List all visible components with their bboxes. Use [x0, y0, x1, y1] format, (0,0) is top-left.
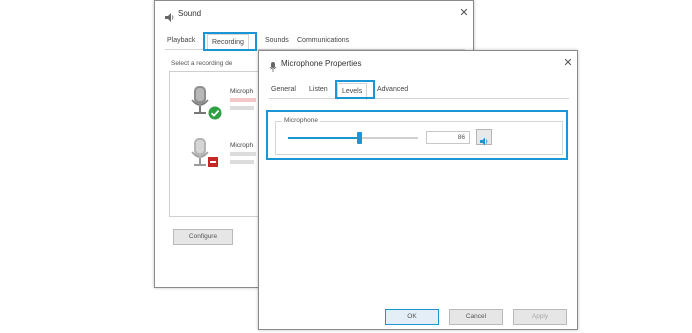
microphone-level-group: Microphone 86 — [275, 117, 563, 155]
microphone-icon — [269, 59, 277, 77]
cancel-button[interactable]: Cancel — [449, 309, 503, 325]
microphone-group-label: Microphone — [282, 117, 320, 124]
device-detail-line — [230, 152, 256, 156]
device-name: Microph — [230, 142, 254, 149]
slider-fill — [288, 137, 360, 139]
sound-title-bar: Sound ✕ — [155, 1, 473, 27]
level-value-field[interactable]: 86 — [426, 131, 470, 144]
recording-instruction: Select a recording de — [171, 60, 233, 67]
sound-window-title: Sound — [178, 9, 202, 18]
check-icon — [208, 106, 222, 125]
mic-window-title: Microphone Properties — [281, 59, 362, 68]
disabled-icon — [208, 154, 218, 172]
slider-thumb[interactable] — [357, 132, 362, 144]
device-detail-line — [230, 98, 256, 102]
tab-listen[interactable]: Listen — [309, 86, 328, 93]
speaker-icon — [480, 133, 489, 151]
configure-button[interactable]: Configure — [173, 229, 233, 245]
tab-recording[interactable]: Recording — [207, 34, 249, 51]
mic-title-bar: Microphone Properties ✕ — [259, 51, 577, 77]
tab-levels[interactable]: Levels — [337, 83, 368, 100]
microphone-properties-window: Microphone Properties ✕ General Listen L… — [258, 50, 578, 330]
tab-general[interactable]: General — [271, 86, 296, 93]
tab-communications[interactable]: Communications — [297, 37, 349, 44]
device-name: Microph — [230, 88, 254, 95]
device-detail-line — [230, 106, 254, 110]
tab-sounds[interactable]: Sounds — [265, 37, 289, 44]
apply-button[interactable]: Apply — [513, 309, 567, 325]
mute-button[interactable] — [476, 129, 492, 146]
device-detail-line — [230, 160, 254, 164]
tab-playback[interactable]: Playback — [167, 37, 195, 44]
sound-tabs: Playback Recording Sounds Communications — [165, 34, 465, 51]
microphone-level-slider[interactable] — [288, 132, 418, 144]
ok-button[interactable]: OK — [385, 309, 439, 325]
mic-tabs: General Listen Levels Advanced — [269, 83, 569, 100]
tab-advanced[interactable]: Advanced — [377, 86, 408, 93]
level-value: 86 — [457, 134, 465, 141]
close-icon[interactable]: ✕ — [457, 6, 471, 20]
speaker-icon — [165, 9, 175, 27]
close-icon[interactable]: ✕ — [561, 56, 575, 70]
